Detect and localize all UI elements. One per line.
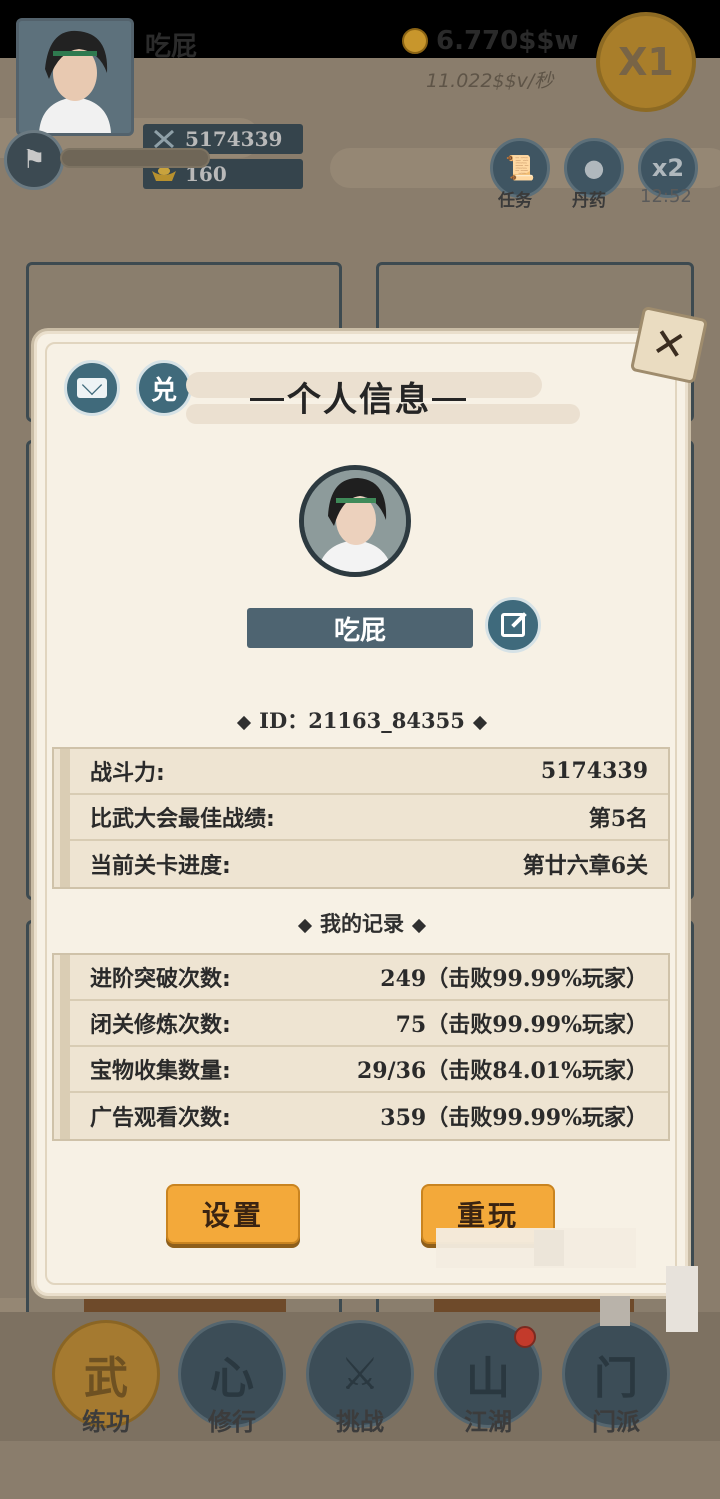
gate-icon: 门 bbox=[594, 1353, 638, 1404]
x2-timer: 12:52 bbox=[640, 186, 692, 207]
records-table: 进阶突破次数: 249（击败99.99%玩家） 闭关修炼次数: 75（击败99.… bbox=[52, 953, 670, 1141]
stat-label: 战斗力: bbox=[90, 761, 165, 786]
stat-row: 比武大会最佳战绩: 第5名 bbox=[70, 795, 668, 841]
experience-bar bbox=[60, 148, 210, 168]
profile-avatar[interactable] bbox=[299, 465, 411, 577]
flag-icon[interactable]: ⚑ bbox=[4, 130, 64, 190]
heart-icon: 心 bbox=[210, 1353, 254, 1404]
nav-challenge-label: 挑战 bbox=[336, 1408, 384, 1436]
redaction-block bbox=[600, 1296, 630, 1326]
stat-row: 战斗力: 5174339 bbox=[70, 749, 668, 795]
hud-player-name: 吃屁 bbox=[145, 32, 198, 62]
records-heading: 我的记录 bbox=[42, 908, 682, 938]
record-row: 宝物收集数量: 29/36（击败84.01%玩家） bbox=[70, 1047, 668, 1093]
diamond-icon bbox=[411, 918, 427, 933]
coin-icon bbox=[402, 28, 428, 54]
nav-practice-label: 练功 bbox=[82, 1408, 130, 1436]
redeem-button[interactable]: 兑 bbox=[136, 360, 192, 416]
record-row: 进阶突破次数: 249（击败99.99%玩家） bbox=[70, 955, 668, 1001]
record-value: 359（击败99.99%玩家） bbox=[380, 1105, 648, 1131]
mountain-icon: 山 bbox=[466, 1353, 510, 1404]
close-icon: ✕ bbox=[647, 319, 691, 371]
crossed-swords-icon bbox=[151, 129, 177, 149]
redaction-block bbox=[534, 1230, 564, 1266]
record-label: 广告观看次数: bbox=[90, 1106, 231, 1131]
stat-value: 第廿六章6关 bbox=[522, 853, 648, 879]
record-row: 广告观看次数: 359（击败99.99%玩家） bbox=[70, 1093, 668, 1139]
records-title: 我的记录 bbox=[320, 911, 404, 936]
speed-multiplier-button[interactable]: X1 bbox=[596, 12, 696, 112]
player-id: ID：21163_84355 bbox=[42, 705, 682, 735]
record-row: 闭关修炼次数: 75（击败99.99%玩家） bbox=[70, 1001, 668, 1047]
edit-icon bbox=[501, 613, 525, 637]
redaction-block bbox=[666, 1266, 698, 1332]
stat-value: 5174339 bbox=[540, 758, 648, 784]
stat-label: 当前关卡进度: bbox=[90, 854, 231, 879]
diamond-icon bbox=[472, 715, 487, 730]
envelope-icon bbox=[77, 378, 107, 398]
record-label: 宝物收集数量: bbox=[90, 1059, 231, 1084]
stat-value: 第5名 bbox=[588, 806, 648, 832]
record-value: 29/36（击败84.01%玩家） bbox=[356, 1058, 648, 1084]
x2-icon: x2 bbox=[651, 154, 685, 182]
panel-title: 个人信息 bbox=[287, 380, 431, 420]
stat-row: 当前关卡进度: 第廿六章6关 bbox=[70, 841, 668, 887]
stats-table: 战斗力: 5174339 比武大会最佳战绩: 第5名 当前关卡进度: 第廿六章6… bbox=[52, 747, 670, 889]
player-avatar[interactable] bbox=[16, 18, 134, 136]
nav-cultivate-label: 修行 bbox=[208, 1408, 256, 1436]
edit-name-button[interactable] bbox=[485, 597, 541, 653]
hud-coins: 6.770$$w bbox=[402, 26, 578, 56]
player-name-bar: 吃屁 bbox=[247, 608, 473, 648]
notification-badge bbox=[514, 1326, 536, 1348]
martial-icon: 武 bbox=[84, 1353, 128, 1404]
hud-coin-rate: 11.022$$v/秒 bbox=[426, 70, 554, 92]
stat-label: 比武大会最佳战绩: bbox=[90, 807, 275, 832]
nav-jianghu-label: 江湖 bbox=[464, 1408, 512, 1436]
hud-coins-value: 6.770$$w bbox=[436, 26, 579, 56]
task-label: 任务 bbox=[498, 191, 532, 211]
diamond-icon bbox=[297, 918, 313, 933]
mail-button[interactable] bbox=[64, 360, 120, 416]
record-label: 闭关修炼次数: bbox=[90, 1013, 231, 1038]
close-button[interactable]: ✕ bbox=[629, 305, 709, 385]
pill-label: 丹药 bbox=[572, 191, 606, 211]
scroll-icon: 📜 bbox=[505, 154, 535, 182]
nav-sect-label: 门派 bbox=[592, 1408, 640, 1436]
record-label: 进阶突破次数: bbox=[90, 967, 231, 992]
player-id-text: ID：21163_84355 bbox=[259, 708, 465, 733]
settings-button[interactable]: 设置 bbox=[166, 1184, 300, 1244]
diamond-icon bbox=[237, 715, 252, 730]
record-value: 249（击败99.99%玩家） bbox=[380, 966, 648, 992]
swords-icon: ⚔ bbox=[340, 1348, 380, 1400]
record-value: 75（击败99.99%玩家） bbox=[395, 1012, 648, 1038]
pill-icon: ● bbox=[583, 154, 605, 182]
